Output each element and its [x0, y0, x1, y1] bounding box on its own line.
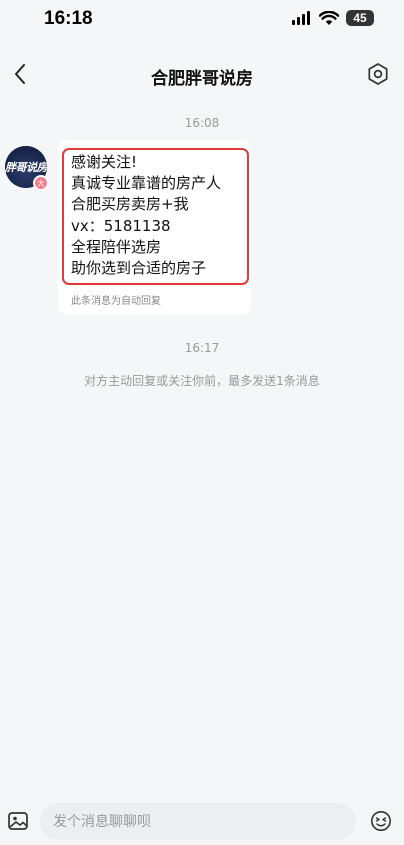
- status-bar: 16:18 45: [0, 0, 404, 44]
- page-title: 合肥胖哥说房: [151, 69, 253, 89]
- image-icon: [8, 812, 28, 830]
- nav-bar: 合肥胖哥说房: [0, 48, 404, 104]
- settings-button[interactable]: [364, 60, 392, 88]
- message-line: 真诚专业靠谱的房产人: [71, 174, 222, 193]
- message-timestamp: 16:08: [184, 116, 220, 130]
- hexagon-gear-icon: [368, 63, 388, 85]
- message-line: 助你选到合适的房子: [71, 259, 207, 278]
- message-text: 感谢关注! 真诚专业靠谱的房产人 合肥买房卖房+我 vx：5181138 全程陪…: [71, 152, 221, 279]
- message-bubble[interactable]: 感谢关注! 真诚专业靠谱的房产人 合肥买房卖房+我 vx：5181138 全程陪…: [58, 140, 251, 315]
- input-bar: [0, 795, 404, 845]
- avatar-badge: 大: [33, 175, 49, 191]
- message-limit-notice: 对方主动回复或关注你前，最多发送1条消息: [84, 374, 320, 388]
- avatar[interactable]: 胖哥说房 大: [5, 146, 49, 191]
- message-line: 全程陪伴选房: [71, 237, 162, 256]
- battery-indicator: 45: [346, 10, 374, 26]
- emoji-icon: [371, 811, 391, 831]
- avatar-logo-text: 胖哥说房: [5, 161, 47, 174]
- message-timestamp: 16:17: [184, 341, 220, 355]
- auto-reply-note: 此条消息为自动回复: [71, 296, 161, 307]
- image-button[interactable]: [7, 810, 29, 832]
- message-line: vx：5181138: [71, 216, 171, 235]
- status-time: 16:18: [44, 8, 93, 29]
- battery-level: 45: [353, 11, 367, 25]
- emoji-button[interactable]: [370, 810, 392, 832]
- message-input[interactable]: [40, 803, 356, 840]
- message-line: 合肥买房卖房+我: [71, 195, 189, 214]
- signal-icon: [292, 11, 310, 25]
- message-line: 感谢关注!: [71, 153, 138, 171]
- wifi-icon: [319, 10, 339, 25]
- status-icons: 45: [292, 10, 374, 26]
